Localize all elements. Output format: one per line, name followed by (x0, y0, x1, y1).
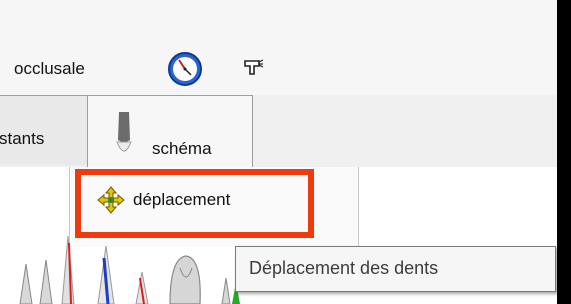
clock-button[interactable] (167, 51, 203, 87)
app-panel: occlusale stants schéma déplacement Dépl… (0, 0, 557, 304)
tab-schema[interactable]: schéma (87, 95, 253, 167)
move-teeth-button[interactable]: déplacement (97, 180, 230, 220)
spray-gun-button[interactable] (242, 57, 264, 79)
tab-schema-label: schéma (152, 139, 212, 158)
tab-previous[interactable]: stants (0, 95, 88, 165)
tooltip: Déplacement des dents (235, 246, 556, 292)
tooth-icon (116, 112, 132, 152)
view-label-occlusale[interactable]: occlusale (14, 59, 85, 79)
toolbar: occlusale (0, 0, 557, 95)
tab-strip: stants schéma (0, 95, 557, 167)
spray-gun-icon (244, 59, 264, 75)
move-arrows-icon (97, 186, 125, 214)
tooltip-text: Déplacement des dents (249, 258, 439, 278)
clock-icon (168, 52, 202, 86)
move-teeth-label: déplacement (133, 190, 231, 209)
tab-previous-label: stants (0, 129, 45, 148)
